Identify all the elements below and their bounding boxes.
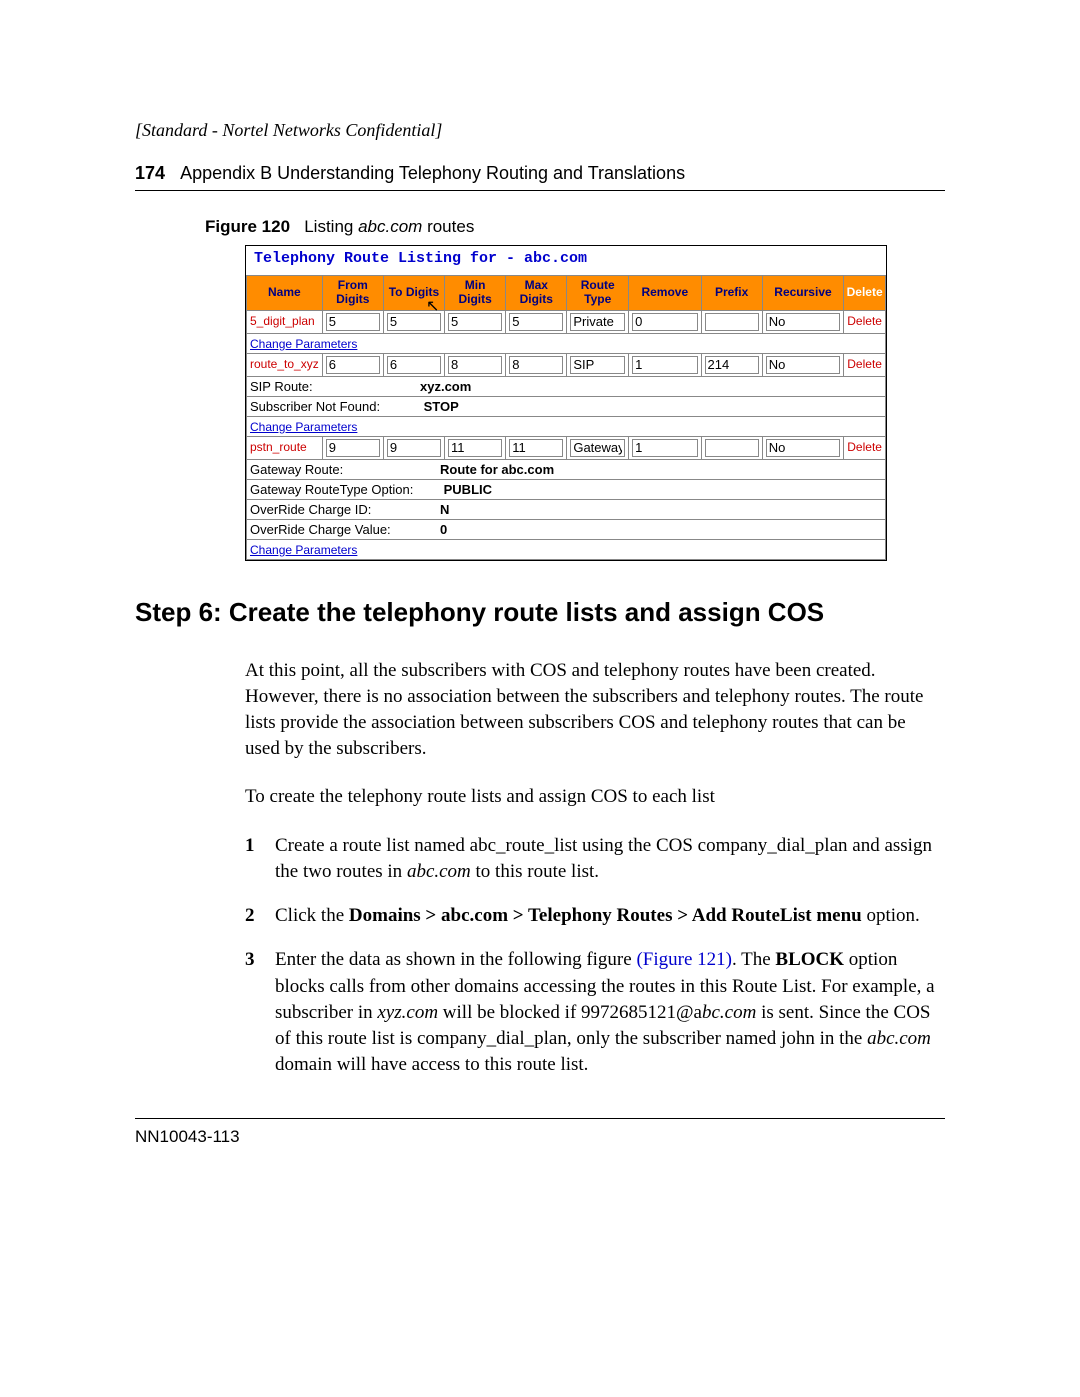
detail-label: OverRide Charge Value:	[250, 522, 440, 537]
list-item: Click the Domains > abc.com > Telephony …	[245, 903, 945, 929]
table-row: pstn_route Delete	[247, 436, 886, 459]
figure-panel: ↖ Telephony Route Listing for - abc.com …	[245, 245, 887, 561]
figure-caption: Figure 120 Listing abc.com routes	[205, 217, 945, 237]
from-input[interactable]	[326, 313, 380, 331]
list-item: Enter the data as shown in the following…	[245, 947, 945, 1078]
figure-text-tail: routes	[422, 217, 474, 236]
to-input[interactable]	[387, 356, 441, 374]
change-parameters-link[interactable]: Change Parameters	[250, 420, 357, 434]
col-rtype: Route Type	[567, 276, 629, 311]
text-italic: abc.com	[867, 1028, 931, 1049]
text-italic: xyz.com	[377, 1002, 438, 1023]
prefix-input[interactable]	[705, 439, 759, 457]
detail-value: xyz.com	[420, 379, 471, 394]
detail-label: Gateway RouteType Option:	[250, 482, 440, 497]
route-name-link[interactable]: 5_digit_plan	[250, 314, 315, 328]
detail-label: OverRide Charge ID:	[250, 502, 440, 517]
max-input[interactable]	[509, 439, 563, 457]
text-bold: Domains > abc.com > Telephony Routes > A…	[349, 905, 862, 926]
text: domain will have access to this route li…	[275, 1054, 588, 1075]
col-from: From Digits	[322, 276, 383, 311]
page-number: 174	[135, 163, 165, 183]
col-name: Name	[247, 276, 323, 311]
col-remove: Remove	[629, 276, 701, 311]
figure-text: Listing	[304, 217, 358, 236]
col-recursive: Recursive	[762, 276, 844, 311]
route-name-link[interactable]: pstn_route	[250, 440, 307, 454]
detail-value: PUBLIC	[444, 482, 492, 497]
delete-link[interactable]: Delete	[847, 357, 882, 371]
route-table: Name From Digits To Digits Min Digits Ma…	[246, 275, 886, 560]
max-input[interactable]	[509, 356, 563, 374]
recursive-input[interactable]	[766, 439, 841, 457]
min-input[interactable]	[448, 439, 502, 457]
body-paragraph: To create the telephony route lists and …	[245, 784, 945, 810]
section-title: Appendix B Understanding Telephony Routi…	[180, 163, 685, 183]
remove-input[interactable]	[632, 439, 697, 457]
rtype-input[interactable]	[570, 439, 625, 457]
min-input[interactable]	[448, 313, 502, 331]
to-input[interactable]	[387, 313, 441, 331]
remove-input[interactable]	[632, 313, 697, 331]
detail-label: Gateway Route:	[250, 462, 440, 477]
col-to: To Digits	[383, 276, 444, 311]
col-delete: Delete	[844, 276, 886, 311]
list-item: Create a route list named abc_route_list…	[245, 833, 945, 885]
recursive-input[interactable]	[766, 313, 841, 331]
text: to this route list.	[471, 861, 599, 882]
panel-title: Telephony Route Listing for - abc.com	[246, 246, 886, 275]
change-parameters-link[interactable]: Change Parameters	[250, 543, 357, 557]
figure-reference-link[interactable]: (Figure 121)	[636, 949, 732, 970]
from-input[interactable]	[326, 356, 380, 374]
text: . The	[732, 949, 775, 970]
detail-value: STOP	[424, 399, 459, 414]
prefix-input[interactable]	[705, 313, 759, 331]
detail-label: SIP Route:	[250, 379, 420, 394]
rtype-input[interactable]	[570, 356, 625, 374]
figure-text-italic: abc.com	[358, 217, 422, 236]
running-header: 174 Appendix B Understanding Telephony R…	[135, 163, 945, 191]
text-italic: bc.com	[702, 1002, 756, 1023]
text: option.	[862, 905, 920, 926]
col-min: Min Digits	[445, 276, 506, 311]
recursive-input[interactable]	[766, 356, 841, 374]
change-parameters-link[interactable]: Change Parameters	[250, 337, 357, 351]
text-italic: abc.com	[407, 861, 471, 882]
delete-link[interactable]: Delete	[847, 314, 882, 328]
table-row: 5_digit_plan Delete	[247, 310, 886, 333]
step-heading: Step 6: Create the telephony route lists…	[135, 597, 945, 628]
delete-link[interactable]: Delete	[847, 440, 882, 454]
detail-label: Subscriber Not Found:	[250, 399, 420, 414]
from-input[interactable]	[326, 439, 380, 457]
prefix-input[interactable]	[705, 356, 759, 374]
text: Enter the data as shown in the following…	[275, 949, 636, 970]
table-row: route_to_xyz Delete	[247, 353, 886, 376]
text: will be blocked if 9972685121@a	[438, 1002, 702, 1023]
rtype-input[interactable]	[570, 313, 625, 331]
text: Create a route list named abc_route_list…	[275, 835, 932, 882]
document-id: NN10043-113	[135, 1127, 240, 1146]
table-header-row: Name From Digits To Digits Min Digits Ma…	[247, 276, 886, 311]
ordered-steps: Create a route list named abc_route_list…	[245, 833, 945, 1079]
remove-input[interactable]	[632, 356, 697, 374]
text: Click the	[275, 905, 349, 926]
col-prefix: Prefix	[701, 276, 762, 311]
min-input[interactable]	[448, 356, 502, 374]
to-input[interactable]	[387, 439, 441, 457]
detail-value: N	[440, 502, 449, 517]
route-name-link[interactable]: route_to_xyz	[250, 357, 319, 371]
confidential-header: [Standard - Nortel Networks Confidential…	[135, 120, 945, 141]
document-page: [Standard - Nortel Networks Confidential…	[0, 0, 1080, 1397]
figure-label: Figure 120	[205, 217, 290, 236]
body-paragraph: At this point, all the subscribers with …	[245, 658, 945, 763]
detail-value: 0	[440, 522, 447, 537]
max-input[interactable]	[509, 313, 563, 331]
detail-value: Route for abc.com	[440, 462, 554, 477]
col-max: Max Digits	[506, 276, 567, 311]
footer: NN10043-113	[135, 1118, 945, 1147]
text-bold: BLOCK	[775, 949, 844, 970]
